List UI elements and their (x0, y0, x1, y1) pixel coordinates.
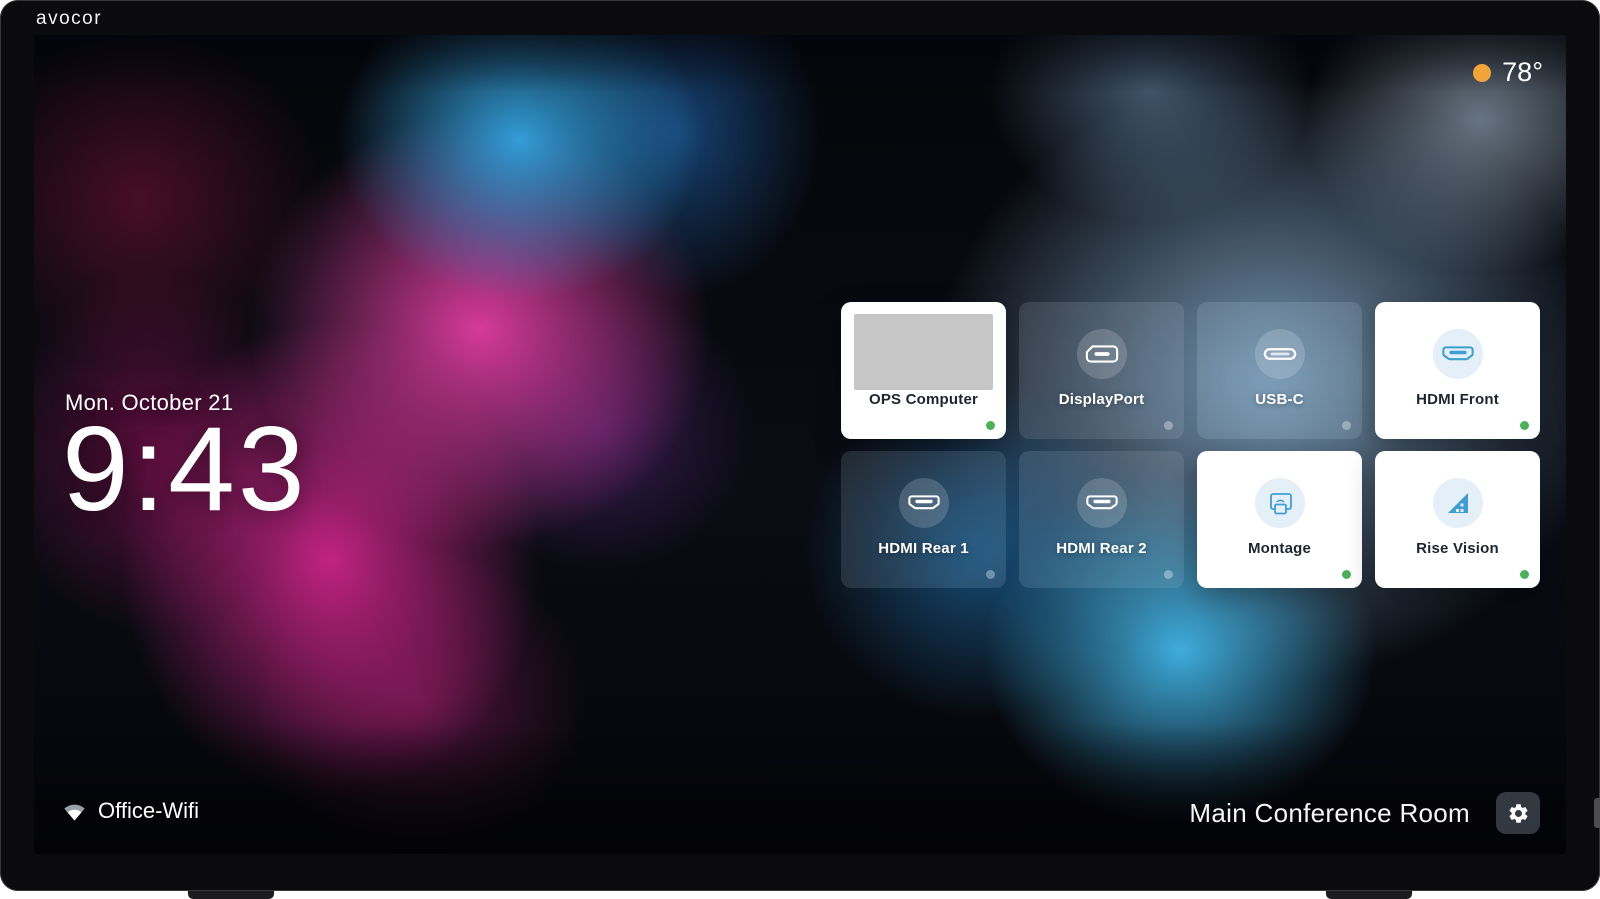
source-grid: OPS Computer DisplayPort USB-C HDMI Front HD… (841, 302, 1540, 588)
source-label: OPS Computer (841, 391, 1006, 408)
source-label: USB-C (1197, 391, 1362, 408)
status-dot (986, 421, 995, 430)
displayport-icon (1085, 344, 1119, 364)
settings-button[interactable] (1496, 792, 1540, 834)
source-label: HDMI Rear 1 (841, 540, 1006, 557)
status-dot (1520, 421, 1529, 430)
source-tile-hdmi-rear-2[interactable]: HDMI Rear 2 (1019, 451, 1184, 588)
hdmi-icon (1441, 344, 1475, 364)
source-icon-circle (1433, 329, 1483, 379)
sun-icon (1473, 64, 1491, 82)
source-icon-circle (1255, 329, 1305, 379)
home-screen-wallpaper: 78° Mon. October 21 9:43 OPS ComputerDis… (34, 35, 1566, 854)
source-icon-circle (1255, 478, 1305, 528)
source-icon-circle (899, 478, 949, 528)
power-button[interactable] (1594, 798, 1600, 828)
clock-time: 9:43 (62, 409, 308, 529)
source-icon-circle (1433, 478, 1483, 528)
rise-vision-icon (1443, 488, 1473, 518)
display-device: avocor 78° Mon. October 21 9:43 OPS Comp… (0, 0, 1600, 891)
source-label: Rise Vision (1375, 540, 1540, 557)
wifi-status[interactable]: Office-Wifi (62, 798, 199, 824)
footer-right: Main Conference Room (1189, 792, 1540, 834)
source-tile-hdmi-rear-1[interactable]: HDMI Rear 1 (841, 451, 1006, 588)
wifi-icon (62, 800, 87, 822)
source-icon-circle (1077, 478, 1127, 528)
status-dot (1342, 570, 1351, 579)
brand-logo: avocor (36, 8, 102, 30)
status-dot (986, 570, 995, 579)
source-tile-rise-vision[interactable]: Rise Vision (1375, 451, 1540, 588)
screen-preview-thumbnail (854, 314, 993, 390)
source-label: HDMI Rear 2 (1019, 540, 1184, 557)
source-tile-montage[interactable]: Montage (1197, 451, 1362, 588)
source-label: DisplayPort (1019, 391, 1184, 408)
source-tile-usb-c[interactable]: USB-C (1197, 302, 1362, 439)
hdmi-icon (907, 493, 941, 513)
display-foot-left (188, 891, 274, 899)
source-tile-ops-computer[interactable]: OPS Computer (841, 302, 1006, 439)
temperature-label: 78° (1502, 57, 1543, 88)
status-dot (1164, 570, 1173, 579)
gear-icon (1507, 802, 1530, 825)
wifi-network-name: Office-Wifi (98, 798, 199, 824)
montage-icon (1265, 488, 1295, 518)
status-dot (1520, 570, 1529, 579)
source-tile-hdmi-front[interactable]: HDMI Front (1375, 302, 1540, 439)
source-label: HDMI Front (1375, 391, 1540, 408)
usb-c-icon (1263, 344, 1297, 364)
display-foot-right (1326, 891, 1412, 899)
status-dot (1164, 421, 1173, 430)
source-tile-displayport[interactable]: DisplayPort (1019, 302, 1184, 439)
source-icon-circle (1077, 329, 1127, 379)
status-dot (1342, 421, 1351, 430)
weather-widget: 78° (1473, 57, 1543, 88)
hdmi-icon (1085, 493, 1119, 513)
source-label: Montage (1197, 540, 1362, 557)
room-name-label: Main Conference Room (1189, 798, 1470, 829)
